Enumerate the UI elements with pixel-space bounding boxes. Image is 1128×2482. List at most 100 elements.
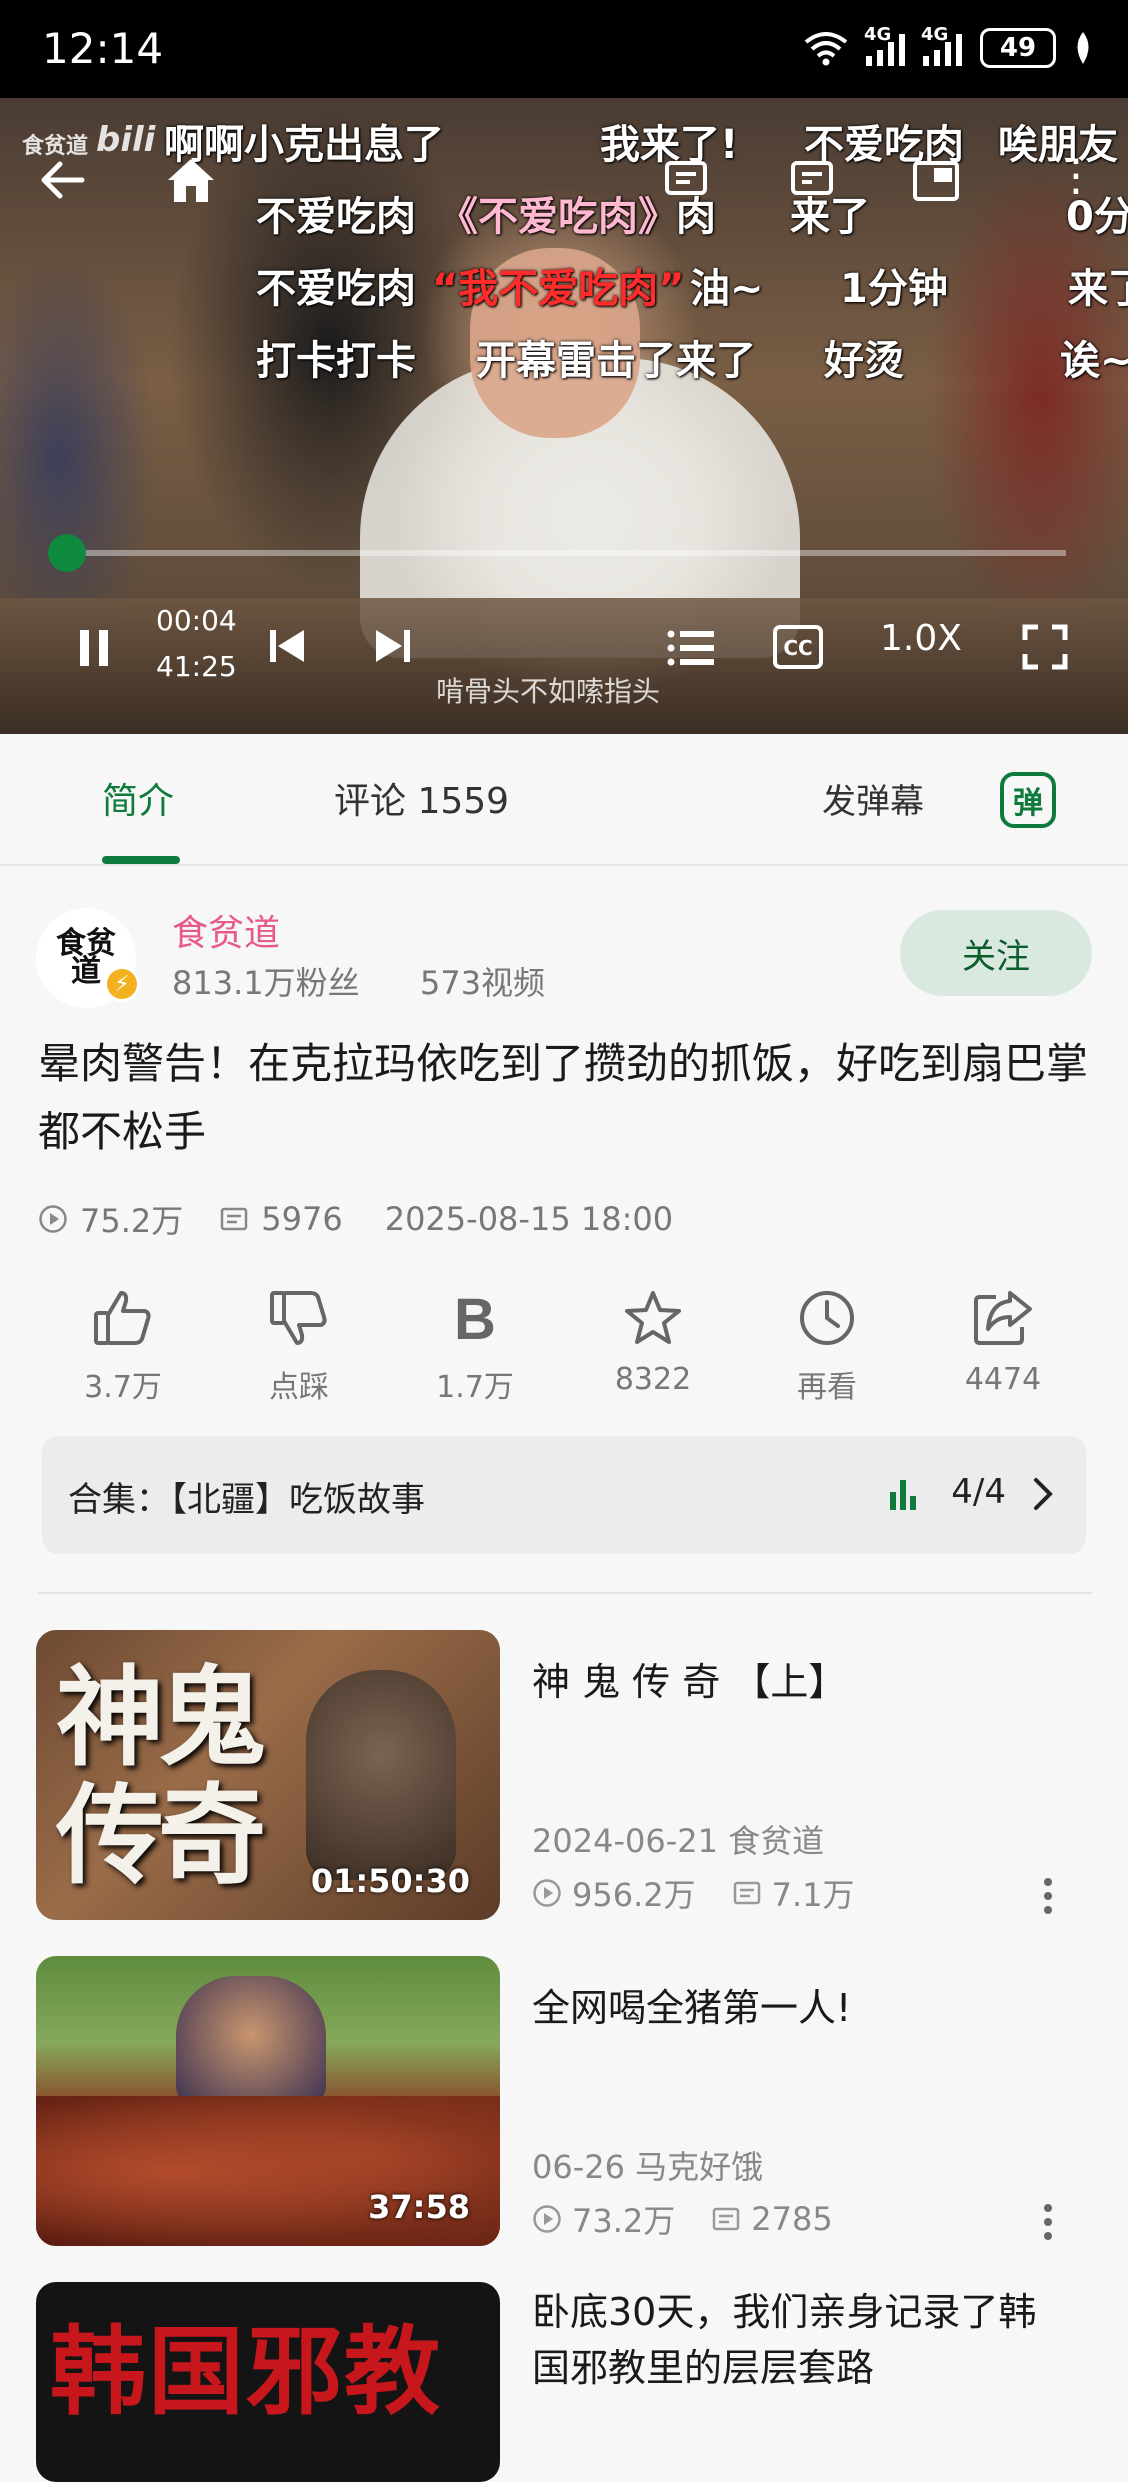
danmaku-count-icon	[733, 1881, 760, 1905]
send-danmaku-button[interactable]: 发弹幕	[822, 774, 924, 823]
rec-video-title[interactable]: 全网喝全猪第一人!	[532, 1980, 1092, 2036]
dislike-button[interactable]: 点踩	[224, 1284, 374, 1406]
previous-icon[interactable]	[266, 624, 308, 668]
danmaku-item: 1分钟	[840, 266, 948, 312]
video-watermark: 食贫道	[22, 134, 89, 159]
coin-icon: B	[454, 1289, 496, 1347]
more-options-icon[interactable]	[1040, 2204, 1056, 2240]
verified-badge-icon: ⚡	[104, 966, 140, 1002]
danmaku-list-icon[interactable]	[664, 160, 708, 202]
battery-icon: 49	[980, 28, 1056, 68]
bar-chart-icon	[890, 1480, 916, 1510]
danmaku-item: 开幕雷击了来了	[476, 338, 756, 384]
video-thumbnail[interactable]: 37:58	[36, 1956, 500, 2246]
collection-label: 合集：【北疆】吃饭故事	[68, 1480, 425, 1520]
danmaku-toggle-icon[interactable]: 弹	[1000, 772, 1056, 828]
cell-signal-icon-2: 4G	[921, 24, 962, 66]
total-time: 41:25	[156, 650, 237, 683]
status-bar: 12:14 4G 4G 49	[0, 0, 1128, 98]
rec-video-title[interactable]: 神 鬼 传 奇 【上】	[532, 1654, 1092, 1710]
thumb-title-text: 神鬼传奇	[56, 1656, 266, 1899]
more-options-icon[interactable]	[1040, 1878, 1056, 1914]
rec-stats: 956.2万 7.1万	[532, 1870, 855, 1916]
bilibili-logo: bili	[96, 120, 156, 160]
rec-danmaku-count: 2785	[751, 2200, 833, 2238]
rec-danmaku-count: 7.1万	[771, 1876, 855, 1914]
clock-icon	[800, 1291, 854, 1345]
favorite-button[interactable]: 8322	[578, 1284, 728, 1397]
fullscreen-icon[interactable]	[1022, 624, 1068, 670]
rec-date-author: 2024-06-21 食贫道	[532, 1822, 825, 1860]
danmaku-count: 5976	[261, 1200, 343, 1238]
danmaku-item: 打卡打卡	[256, 338, 416, 384]
author-fans: 813.1万粉丝	[172, 964, 360, 1002]
video-player[interactable]: 食贫道 bili 啊啊小克出息了 我来了! 不爱吃肉 唉朋友 不爱吃肉 《不爱吃…	[0, 98, 1128, 734]
like-button[interactable]: 3.7万	[48, 1284, 198, 1406]
rec-view-count: 956.2万	[572, 1876, 696, 1914]
play-count-icon	[533, 1879, 561, 1907]
home-icon[interactable]	[164, 156, 218, 204]
status-time: 12:14	[42, 24, 164, 73]
wifi-icon	[804, 32, 848, 66]
author-stats: 813.1万粉丝 573视频	[172, 958, 545, 1004]
video-duration: 01:50:30	[310, 1862, 470, 1900]
progress-track[interactable]	[66, 550, 1066, 556]
video-thumbnail[interactable]: 神鬼传奇 01:50:30	[36, 1630, 500, 1920]
danmaku-item: 来了	[1068, 266, 1128, 312]
svg-text:CC: CC	[783, 636, 812, 660]
rec-stats: 73.2万 2785	[532, 2196, 833, 2242]
rec-video-title[interactable]: 卧底30天，我们亲身记录了韩国邪教里的层层套路	[532, 2284, 1072, 2396]
publish-date: 2025-08-15 18:00	[384, 1200, 674, 1238]
video-title[interactable]: 晕肉警告！在克拉玛依吃到了攒劲的抓饭，好吃到扇巴掌都不松手	[38, 1030, 1098, 1166]
danmaku-item: “我不爱吃肉”	[432, 266, 685, 312]
share-button[interactable]: 4474	[928, 1284, 1078, 1397]
coin-button[interactable]: B 1.7万	[400, 1284, 550, 1406]
danmaku-item: 不爱吃肉	[256, 266, 416, 312]
danmaku-settings-icon[interactable]	[790, 160, 834, 202]
leaf-icon	[1077, 32, 1089, 64]
danmaku-count-icon	[221, 1207, 248, 1231]
status-icons: 4G 4G 49	[804, 24, 1092, 68]
thumbs-up-icon	[94, 1291, 151, 1345]
rec-view-count: 73.2万	[572, 2202, 676, 2240]
play-count-icon	[39, 1205, 67, 1233]
next-icon[interactable]	[372, 624, 414, 668]
playlist-icon[interactable]	[666, 628, 716, 668]
more-options-icon[interactable]: ⋮	[1054, 154, 1098, 198]
thumbs-down-icon	[270, 1291, 327, 1345]
author-videos: 573视频	[419, 964, 546, 1002]
tab-comments[interactable]: 评论 1559	[334, 772, 509, 824]
dislike-label: 点踩	[269, 1370, 329, 1405]
collection-bar[interactable]: 合集：【北疆】吃饭故事 4/4	[42, 1436, 1086, 1554]
tab-active-indicator	[102, 856, 180, 864]
danmaku-toggle-label: 弹	[1013, 786, 1043, 821]
video-thumbnail[interactable]: 韩国邪教	[36, 2282, 500, 2482]
danmaku-item: 油~	[690, 266, 764, 312]
subtitles-cc-icon[interactable]: CC	[772, 624, 824, 670]
author-name[interactable]: 食贫道	[172, 904, 280, 956]
share-count: 4474	[964, 1362, 1042, 1397]
progress-knob[interactable]	[48, 534, 86, 572]
play-count-icon	[533, 2205, 561, 2233]
favorite-count: 8322	[614, 1362, 692, 1397]
svg-text:B: B	[454, 1289, 496, 1347]
danmaku-count-icon	[713, 2207, 740, 2231]
danmaku-item: 好烫	[824, 338, 904, 384]
danmaku-item: 诶~	[1060, 338, 1128, 384]
video-subtitle: 啃骨头不如嗦指头	[436, 675, 661, 708]
pause-icon[interactable]	[76, 626, 112, 670]
video-meta: 75.2万 5976 2025-08-15 18:00	[38, 1196, 673, 1242]
tab-intro[interactable]: 简介	[102, 772, 174, 824]
picture-in-picture-icon[interactable]	[912, 160, 960, 202]
playback-speed[interactable]: 1.0X	[880, 618, 962, 659]
back-arrow-icon[interactable]	[38, 160, 86, 200]
like-count: 3.7万	[84, 1370, 162, 1405]
danmaku-item: 不爱吃肉	[256, 194, 416, 240]
watch-later-button[interactable]: 再看	[752, 1284, 902, 1406]
danmaku-item: 《不爱吃肉》	[438, 194, 678, 240]
watch-later-label: 再看	[797, 1370, 857, 1405]
tab-bar: 简介 评论 1559 发弹幕 弹	[0, 734, 1128, 866]
chevron-right-icon	[1034, 1478, 1053, 1510]
rec-date-author: 06-26 马克好饿	[532, 2148, 764, 2186]
follow-button[interactable]: 关注	[900, 910, 1092, 996]
